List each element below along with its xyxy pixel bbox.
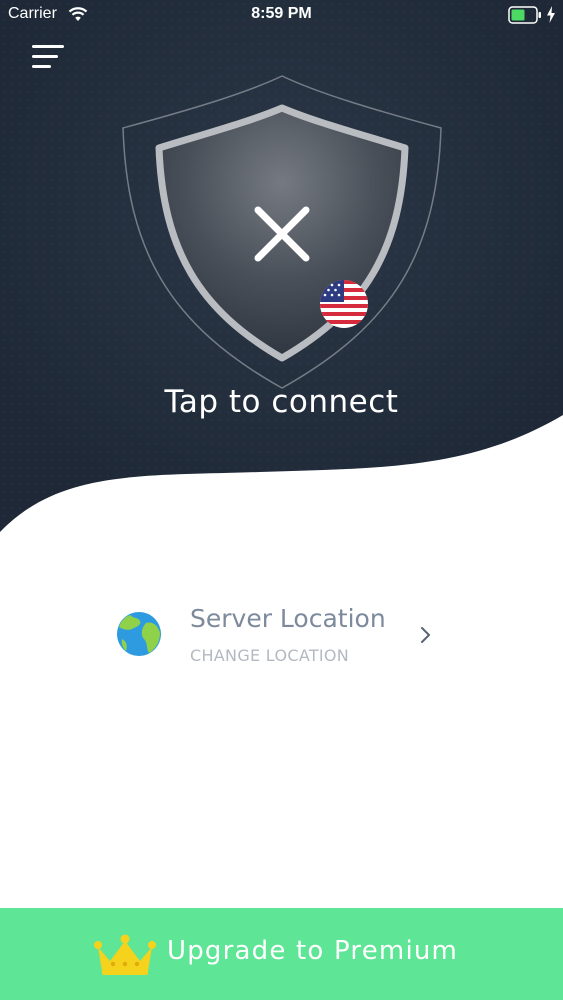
status-time: 8:59 PM xyxy=(251,5,312,22)
server-location-row[interactable]: Server Location CHANGE LOCATION xyxy=(110,600,450,675)
upgrade-label: Upgrade to Premium xyxy=(167,936,459,966)
connect-status-label[interactable]: Tap to connect xyxy=(0,384,563,420)
crown-icon xyxy=(94,934,156,975)
battery-icon xyxy=(508,6,541,24)
shield-icon xyxy=(122,75,442,389)
charging-icon xyxy=(547,6,555,23)
us-flag-icon xyxy=(320,280,368,328)
upgrade-premium-button[interactable]: Upgrade to Premium xyxy=(0,908,563,1000)
status-bar: Carrier 8:59 PM xyxy=(0,0,563,30)
hamburger-menu-icon xyxy=(32,45,64,68)
chevron-right-icon xyxy=(421,627,430,643)
hero-section: Carrier 8:59 PM Tap to connect xyxy=(0,0,563,560)
server-location-title: Server Location xyxy=(190,604,386,633)
connect-shield-button[interactable] xyxy=(115,70,450,400)
change-location-label: CHANGE LOCATION xyxy=(190,646,350,665)
globe-icon xyxy=(117,612,161,656)
hamburger-menu-button[interactable] xyxy=(28,42,68,72)
